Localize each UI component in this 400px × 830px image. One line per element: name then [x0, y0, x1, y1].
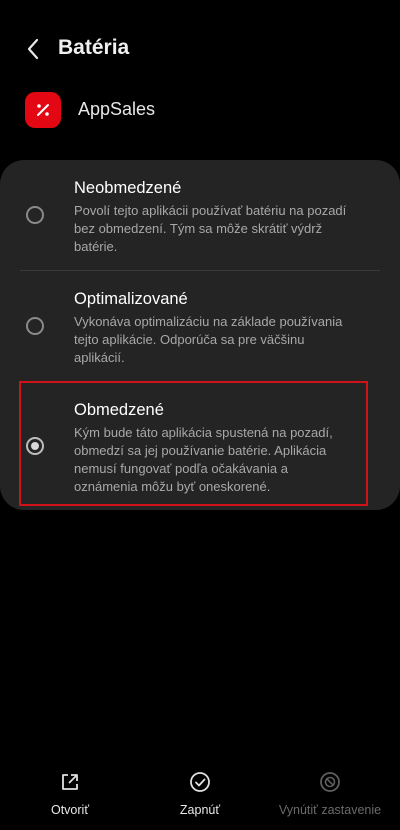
option-description: Povolí tejto aplikácii používať batériu …: [74, 203, 347, 254]
option-optimized[interactable]: Optimalizované Vykonáva optimalizáciu na…: [0, 271, 400, 381]
option-title: Neobmedzené: [74, 179, 182, 197]
option-unrestricted[interactable]: Neobmedzené Povolí tejto aplikácii použí…: [0, 160, 400, 270]
page-title: Batéria: [58, 36, 130, 59]
block-icon: [318, 770, 342, 794]
chevron-left-icon: [27, 38, 39, 60]
check-circle-icon: [188, 770, 212, 794]
bottom-action-bar: Otvoriť Zapnúť Vynútiť zastavenie: [0, 770, 400, 830]
open-external-icon: [58, 770, 82, 794]
appsales-logo-icon: [25, 92, 61, 128]
header: Batéria: [0, 0, 400, 100]
app-info-row: AppSales: [0, 86, 400, 134]
force-stop-button[interactable]: Vynútiť zastavenie: [274, 770, 386, 817]
open-label: Otvoriť: [50, 803, 90, 817]
enable-button[interactable]: Zapnúť: [178, 770, 222, 817]
back-button[interactable]: [16, 32, 50, 66]
option-title: Optimalizované: [74, 290, 188, 308]
open-button[interactable]: Otvoriť: [50, 770, 90, 817]
radio-button[interactable]: [26, 206, 44, 224]
enable-label: Zapnúť: [179, 803, 221, 817]
selection-highlight-box: [19, 381, 368, 506]
option-description: Vykonáva optimalizáciu na základe použív…: [74, 314, 343, 365]
app-name: AppSales: [78, 99, 156, 119]
force-stop-label: Vynútiť zastavenie: [278, 803, 382, 817]
radio-button[interactable]: [26, 317, 44, 335]
